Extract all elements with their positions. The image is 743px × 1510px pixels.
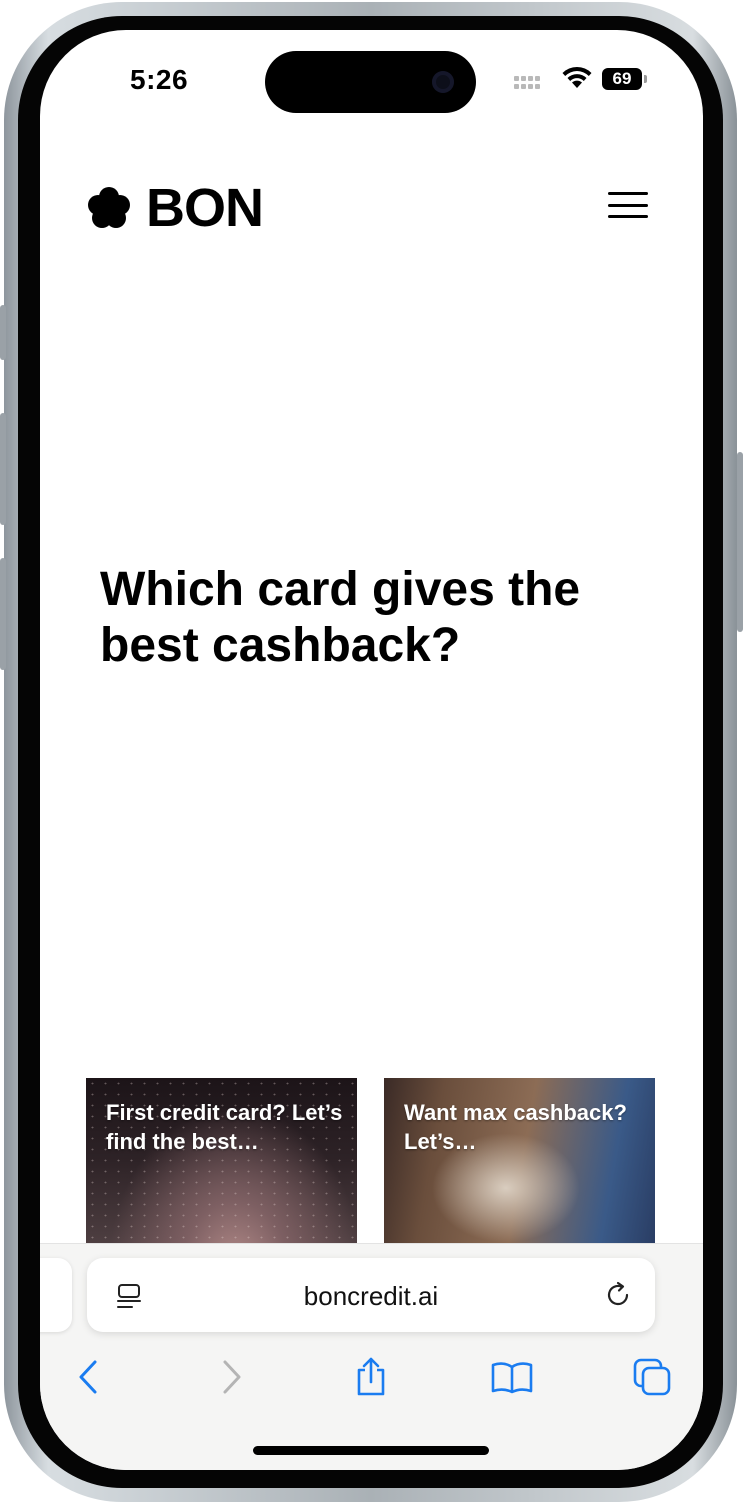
url-text: boncredit.ai <box>303 1281 439 1311</box>
forward-button[interactable] <box>207 1352 257 1402</box>
home-indicator[interactable] <box>253 1446 489 1455</box>
front-camera <box>432 71 454 93</box>
reload-icon[interactable] <box>603 1280 633 1310</box>
bookmarks-icon <box>491 1362 533 1394</box>
phone-screen: 5:26 69 BON Which card gives the best ca… <box>40 30 703 1470</box>
bookmarks-button[interactable] <box>487 1352 537 1402</box>
action-button <box>0 305 6 360</box>
cellular-signal-icon <box>514 76 550 92</box>
wifi-icon <box>562 66 592 88</box>
status-time: 5:26 <box>130 64 189 95</box>
previous-tab-preview[interactable] <box>40 1258 72 1332</box>
volume-up-button <box>0 413 6 525</box>
card-title: First credit card? Let’s find the best… <box>106 1100 343 1154</box>
flower-logo-icon <box>88 187 130 228</box>
tabs-button[interactable] <box>627 1352 677 1402</box>
brand-logo[interactable]: BON <box>86 177 264 239</box>
brand-name: BON <box>146 178 264 238</box>
share-button[interactable] <box>346 1352 396 1402</box>
volume-down-button <box>0 558 6 670</box>
power-button <box>737 452 743 632</box>
card-title: Want max cashback? Let’s… <box>404 1100 627 1154</box>
dynamic-island <box>265 51 476 113</box>
battery-nub <box>644 75 647 83</box>
battery-indicator: 69 <box>602 68 642 90</box>
hamburger-menu-icon[interactable] <box>606 188 650 222</box>
back-icon <box>79 1360 97 1394</box>
share-icon <box>357 1357 385 1396</box>
tabs-icon <box>633 1358 671 1396</box>
forward-icon <box>223 1360 241 1394</box>
hero-title: Which card gives the best cashback? <box>100 563 581 672</box>
address-bar[interactable]: boncredit.ai <box>87 1258 655 1332</box>
back-button[interactable] <box>63 1352 113 1402</box>
